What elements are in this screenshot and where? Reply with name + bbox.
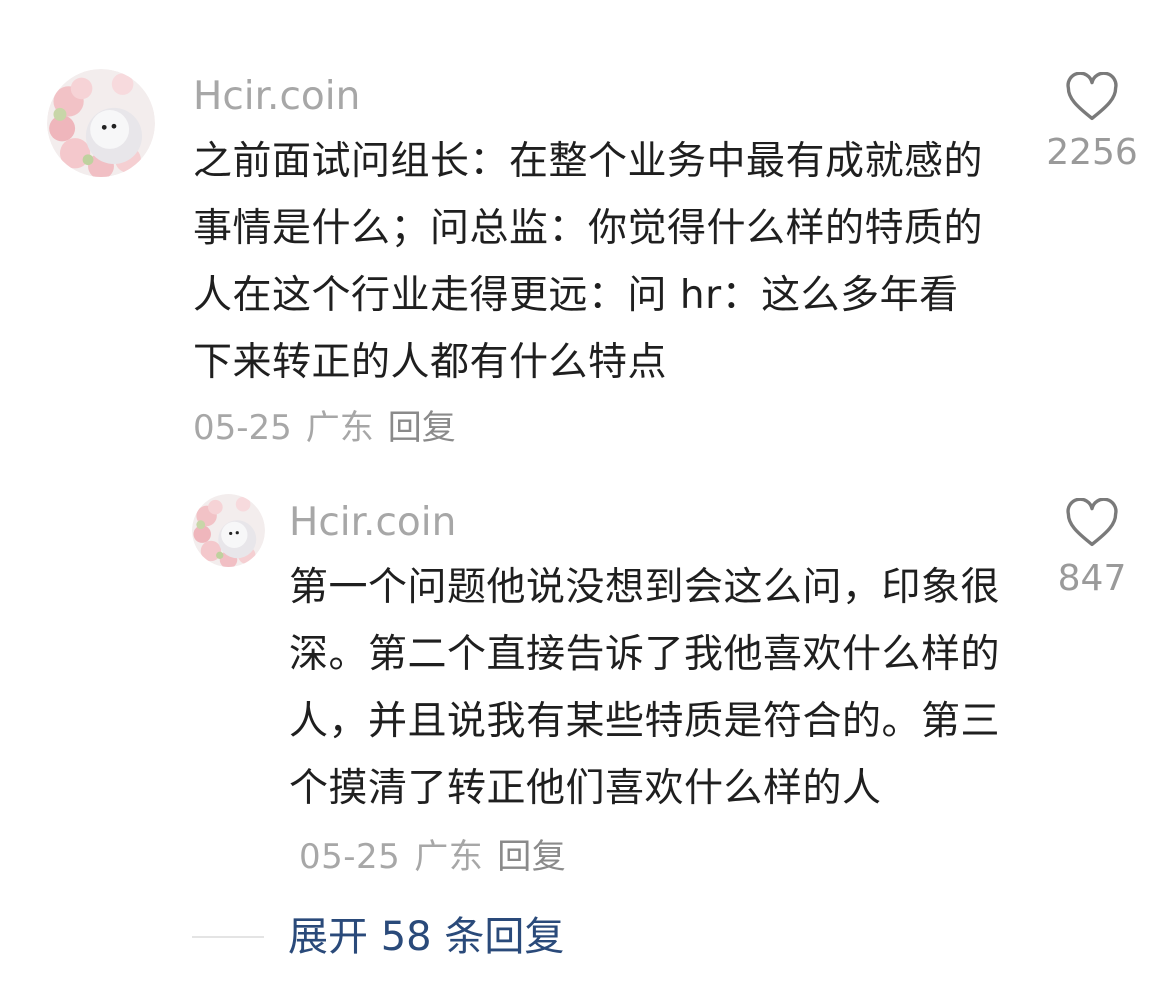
reply-button[interactable]: 回复: [497, 837, 566, 877]
expand-replies-button[interactable]: 展开 58 条回复: [288, 910, 564, 964]
heart-outline-icon: [1066, 72, 1118, 121]
avatar[interactable]: [47, 69, 155, 177]
comment-location: 广东: [414, 837, 484, 877]
like-count: 2256: [1046, 132, 1138, 173]
comment-text: 之前面试问组长：在整个业务中最有成就感的事情是什么；问总监：你觉得什么样的特质的…: [193, 139, 984, 385]
comment-meta: 05-25 广东 回复: [193, 405, 470, 451]
like-count: 847: [1057, 558, 1127, 599]
comment-location: 广东: [305, 408, 374, 448]
comment-text-block: 第一个问题他说没想到会这么问，印象很深。第二个直接告诉了我他喜欢什么样的人，并且…: [289, 554, 1009, 891]
expand-replies[interactable]: 展开 58 条回复: [192, 910, 564, 964]
like-button[interactable]: 2256: [1040, 72, 1144, 173]
username[interactable]: Hcir.coin: [289, 498, 456, 548]
comment-date: 05-25: [193, 408, 292, 448]
divider: [192, 936, 264, 938]
username[interactable]: Hcir.coin: [193, 72, 360, 122]
avatar-image: [192, 494, 265, 567]
comment-date: 05-25: [299, 837, 401, 877]
heart-outline-icon: [1066, 498, 1118, 547]
avatar-image: [47, 69, 155, 177]
avatar[interactable]: [192, 494, 265, 567]
comment-meta: 05-25 广东 回复: [299, 837, 580, 877]
reply-button[interactable]: 回复: [388, 408, 456, 448]
like-button[interactable]: 847: [1040, 498, 1144, 599]
comment-text: 第一个问题他说没想到会这么问，印象很深。第二个直接告诉了我他喜欢什么样的人，并且…: [289, 565, 1001, 811]
